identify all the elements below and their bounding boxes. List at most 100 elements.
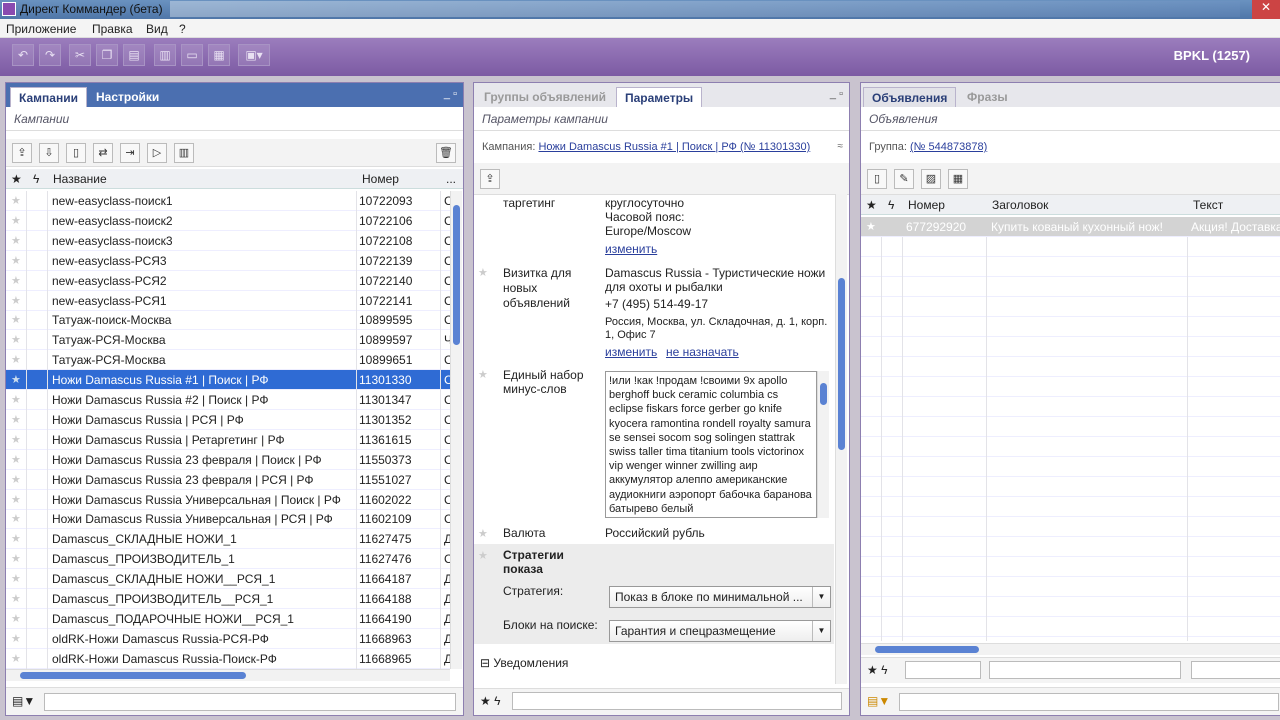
table-row[interactable]: ★ Татуаж-РСЯ-Москва 10899651 С: [6, 350, 450, 371]
copy-icon[interactable]: ❐: [96, 44, 118, 66]
stats-icon[interactable]: ▥: [154, 44, 176, 66]
table-row[interactable]: ★ new-easyclass-поиск3 10722108 С: [6, 231, 450, 251]
tab-phrases[interactable]: Фразы: [959, 87, 1016, 107]
textarea-scrollbar[interactable]: [817, 371, 829, 518]
table-row[interactable]: ★ new-easyclass-РСЯ3 10722139 С: [6, 251, 450, 271]
column-text[interactable]: Текст: [1193, 198, 1223, 212]
star-icon[interactable]: ★: [11, 632, 21, 645]
column-title[interactable]: Заголовок: [992, 198, 1048, 212]
table-row[interactable]: ★ Damascus_ПОДАРОЧНЫЕ НОЖИ__РСЯ_1 11664190…: [6, 609, 450, 629]
star-icon[interactable]: ★: [11, 294, 21, 307]
table-row[interactable]: ★ new-easyclass-РСЯ2 10722140 С: [6, 271, 450, 291]
redo-icon[interactable]: ↷: [39, 44, 61, 66]
panel-window-controls[interactable]: _ ▫: [830, 88, 843, 100]
star-icon[interactable]: ★: [11, 572, 21, 585]
star-icon[interactable]: ★: [11, 413, 21, 426]
tab-ads[interactable]: Объявления: [863, 87, 957, 107]
star-icon[interactable]: ★: [478, 266, 488, 279]
star-icon[interactable]: ★: [478, 549, 488, 562]
table-row[interactable]: ★ new-easyclass-поиск1 10722093 С: [6, 191, 450, 211]
filter-input[interactable]: [44, 693, 456, 711]
table-row[interactable]: ★ Ножи Damascus Russia | РСЯ | РФ 11301352…: [6, 410, 450, 430]
menu-view[interactable]: Вид: [146, 22, 168, 36]
star-icon[interactable]: ★: [11, 512, 21, 525]
layout-dropdown-icon[interactable]: ▣▾: [238, 44, 270, 66]
document-icon[interactable]: ▯: [66, 143, 86, 163]
star-icon[interactable]: ★: [11, 214, 21, 227]
star-column-icon[interactable]: ★: [866, 198, 877, 212]
star-filter-icon[interactable]: ★ ϟ: [480, 694, 500, 708]
table-row[interactable]: ★ Ножи Damascus Russia Универсальная | РС…: [6, 509, 450, 530]
star-icon[interactable]: ★: [11, 333, 21, 346]
trash-icon[interactable]: 🗑: [436, 143, 456, 163]
close-icon[interactable]: ✕: [1252, 0, 1280, 19]
table-row[interactable]: ★ Ножи Damascus Russia #1 | Поиск | РФ 113…: [6, 370, 450, 391]
star-icon[interactable]: ★: [11, 313, 21, 326]
table-row[interactable]: ★ oldRK-Ножи Damascus Russia-Поиск-РФ 1166…: [6, 649, 450, 669]
export-icon[interactable]: ▷: [147, 143, 167, 163]
table-row[interactable]: ★ Damascus_СКЛАДНЫЕ НОЖИ__РСЯ_1 11664187 Д: [6, 569, 450, 590]
edit-ad-icon[interactable]: ✎: [894, 169, 914, 189]
horizontal-scrollbar[interactable]: [6, 669, 450, 681]
bolt-column-icon[interactable]: ϟ: [33, 172, 39, 186]
text-filter-input[interactable]: [1191, 661, 1280, 679]
star-icon[interactable]: ★: [866, 220, 876, 233]
middle-filter-input[interactable]: [512, 692, 842, 710]
campaign-link[interactable]: Ножи Damascus Russia #1 | Поиск | РФ (№ …: [538, 141, 810, 153]
table-row[interactable]: ★ Ножи Damascus Russia Универсальная | По…: [6, 490, 450, 510]
upload-icon[interactable]: ⇪: [480, 169, 500, 189]
change-vcard-link[interactable]: изменить: [605, 345, 657, 359]
star-filter-icon[interactable]: ★ ϟ: [867, 663, 887, 677]
filter-icon[interactable]: ▤▼: [12, 694, 35, 708]
import-icon[interactable]: ⇥: [120, 143, 140, 163]
undo-icon[interactable]: ↶: [12, 44, 34, 66]
star-icon[interactable]: ★: [11, 493, 21, 506]
star-icon[interactable]: ★: [11, 194, 21, 207]
horizontal-scrollbar[interactable]: [861, 643, 1280, 655]
column-number[interactable]: Номер: [362, 172, 399, 186]
notifications-toggle[interactable]: ⊟ Уведомления: [480, 656, 568, 670]
number-filter-input[interactable]: [905, 661, 981, 679]
star-icon[interactable]: ★: [11, 473, 21, 486]
collapse-icon[interactable]: ≈: [838, 141, 844, 152]
table-row[interactable]: ★ Ножи Damascus Russia 23 февраля | РСЯ |…: [6, 470, 450, 490]
unassign-vcard-link[interactable]: не назначать: [666, 345, 739, 359]
table-row[interactable]: ★ Ножи Damascus Russia 23 февраля | Поиск…: [6, 450, 450, 470]
group-link[interactable]: (№ 544873878): [910, 141, 987, 153]
table-icon[interactable]: ▦: [208, 44, 230, 66]
star-icon[interactable]: ★: [11, 612, 21, 625]
star-icon[interactable]: ★: [11, 453, 21, 466]
star-icon[interactable]: ★: [11, 592, 21, 605]
parameters-scrollbar[interactable]: [835, 194, 847, 684]
star-icon[interactable]: ★: [11, 353, 21, 366]
menu-edit[interactable]: Правка: [92, 22, 133, 36]
bolt-column-icon[interactable]: ϟ: [888, 198, 894, 212]
blocks-select[interactable]: Гарантия и спецразмещение ▼: [609, 620, 831, 642]
change-targeting-link[interactable]: изменить: [605, 242, 657, 256]
ad-row[interactable]: ★ 677292920 Купить кованый кухонный нож! Ак…: [861, 217, 1280, 237]
column-name[interactable]: Название: [53, 172, 107, 186]
table-row[interactable]: ★ Татуаж-РСЯ-Москва 10899597 Ч: [6, 330, 450, 351]
table-row[interactable]: ★ Ножи Damascus Russia | Ретаргетинг | РФ…: [6, 430, 450, 450]
table-row[interactable]: ★ Damascus_ПРОИЗВОДИТЕЛЬ__РСЯ_1 11664188 Д: [6, 589, 450, 609]
star-icon[interactable]: ★: [478, 527, 488, 540]
tab-settings[interactable]: Настройки: [88, 87, 167, 107]
table-row[interactable]: ★ oldRK-Ножи Damascus Russia-РСЯ-РФ 116689…: [6, 629, 450, 649]
star-icon[interactable]: ★: [478, 368, 488, 381]
title-filter-input[interactable]: [989, 661, 1181, 679]
menu-help[interactable]: ?: [179, 22, 186, 36]
tab-campaigns[interactable]: Кампании: [10, 87, 87, 107]
field-icon[interactable]: ▭: [181, 44, 203, 66]
menu-app[interactable]: Приложение: [6, 22, 76, 36]
filter-input[interactable]: [899, 693, 1279, 711]
star-icon[interactable]: ★: [11, 274, 21, 287]
star-icon[interactable]: ★: [11, 532, 21, 545]
column-more[interactable]: ...: [446, 172, 456, 186]
image-icon[interactable]: ▨: [921, 169, 941, 189]
tab-ad-groups[interactable]: Группы объявлений: [476, 87, 614, 107]
tab-parameters[interactable]: Параметры: [616, 87, 703, 107]
table-row[interactable]: ★ Damascus_ПРОИЗВОДИТЕЛЬ_1 11627476 С: [6, 549, 450, 570]
new-ad-icon[interactable]: ▯: [867, 169, 887, 189]
copy-campaign-icon[interactable]: ⇄: [93, 143, 113, 163]
filter-icon[interactable]: ▤▼: [867, 694, 890, 708]
